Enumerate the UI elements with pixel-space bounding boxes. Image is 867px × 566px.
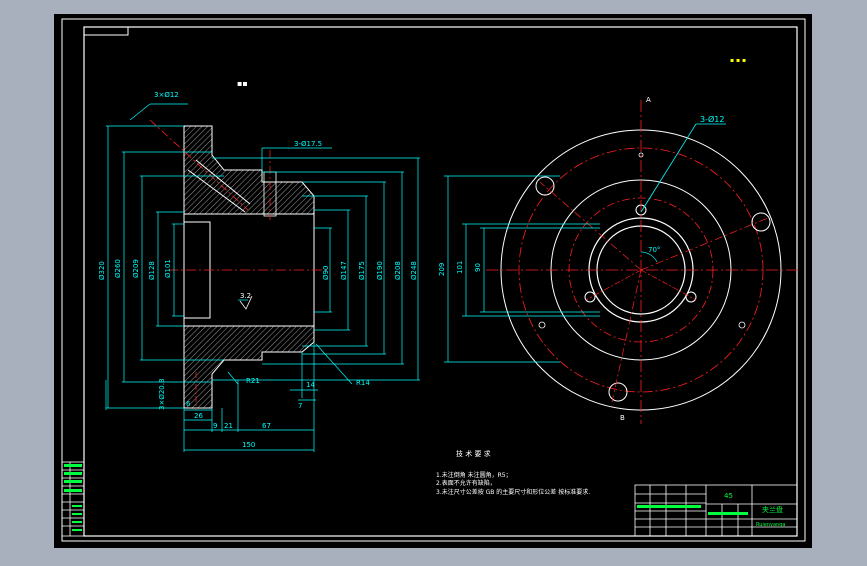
- dim-len-6: 6: [186, 400, 191, 408]
- callout-3x12: 3×Ø12: [154, 91, 179, 99]
- callout-3-17-5: 3-Ø17.5: [294, 140, 322, 148]
- dim-len-7: 7: [298, 402, 302, 410]
- roughness-value: 3.2: [240, 292, 251, 300]
- front-dim-90: 90: [474, 263, 482, 272]
- dim-d101: Ø101: [164, 259, 172, 278]
- radius-r14: R14: [356, 379, 370, 387]
- dim-len-21: 21: [224, 422, 233, 430]
- dim-d209: Ø209: [132, 259, 140, 278]
- dim-d248: Ø248: [410, 261, 418, 280]
- dim-d260: Ø260: [114, 259, 122, 278]
- tech-req-item-3: 3.未注尺寸公差按 GB 的主要尺寸和形位公差 按标准要求.: [436, 488, 590, 496]
- front-dim-101: 101: [456, 261, 464, 274]
- axis-top-label: A: [646, 96, 651, 104]
- tech-req-item-2: 2.表面不允许有缺陷，: [436, 479, 496, 487]
- front-hole-callout: 3-Ø12: [700, 114, 724, 124]
- front-dim-209: 209: [438, 263, 446, 276]
- dim-d320: Ø320: [98, 261, 106, 280]
- dim-len-150: 150: [242, 441, 255, 449]
- dim-d190: Ø190: [376, 261, 384, 280]
- dim-len-26: 26: [194, 412, 203, 420]
- top-mark: ▪▪: [237, 79, 248, 88]
- dim-d128: Ø128: [148, 261, 156, 280]
- tech-req-item-1: 1.未注倒角 未注圆角，R5；: [436, 471, 512, 479]
- dim-d90: Ø90: [322, 266, 330, 280]
- callout-3x20-8: 3×Ø20.8: [158, 379, 166, 410]
- front-angle: 70°: [648, 246, 660, 254]
- material-label: 45: [724, 492, 733, 500]
- dim-d175: Ø175: [358, 261, 366, 280]
- dim-len-14: 14: [306, 381, 315, 389]
- cad-window: 3×Ø12 3-Ø17.5 Ø320 Ø260 Ø209 Ø128 Ø101 Ø…: [0, 0, 867, 562]
- dim-d147: Ø147: [340, 261, 348, 280]
- radius-r21: R21: [246, 377, 260, 385]
- part-name: 夹兰盘: [762, 505, 783, 514]
- dim-len-67: 67: [262, 422, 271, 430]
- dim-len-9: 9: [213, 422, 217, 430]
- axis-bottom-label: B: [620, 414, 625, 422]
- roughness-note: ▪ ▪ ▪: [730, 57, 746, 64]
- dim-d208: Ø208: [394, 261, 402, 280]
- tech-req-heading: 技 术 要 求: [456, 449, 491, 458]
- drawing-sheet: 3×Ø12 3-Ø17.5 Ø320 Ø260 Ø209 Ø128 Ø101 Ø…: [54, 14, 812, 548]
- school-line: Ruienyanga: [756, 522, 785, 528]
